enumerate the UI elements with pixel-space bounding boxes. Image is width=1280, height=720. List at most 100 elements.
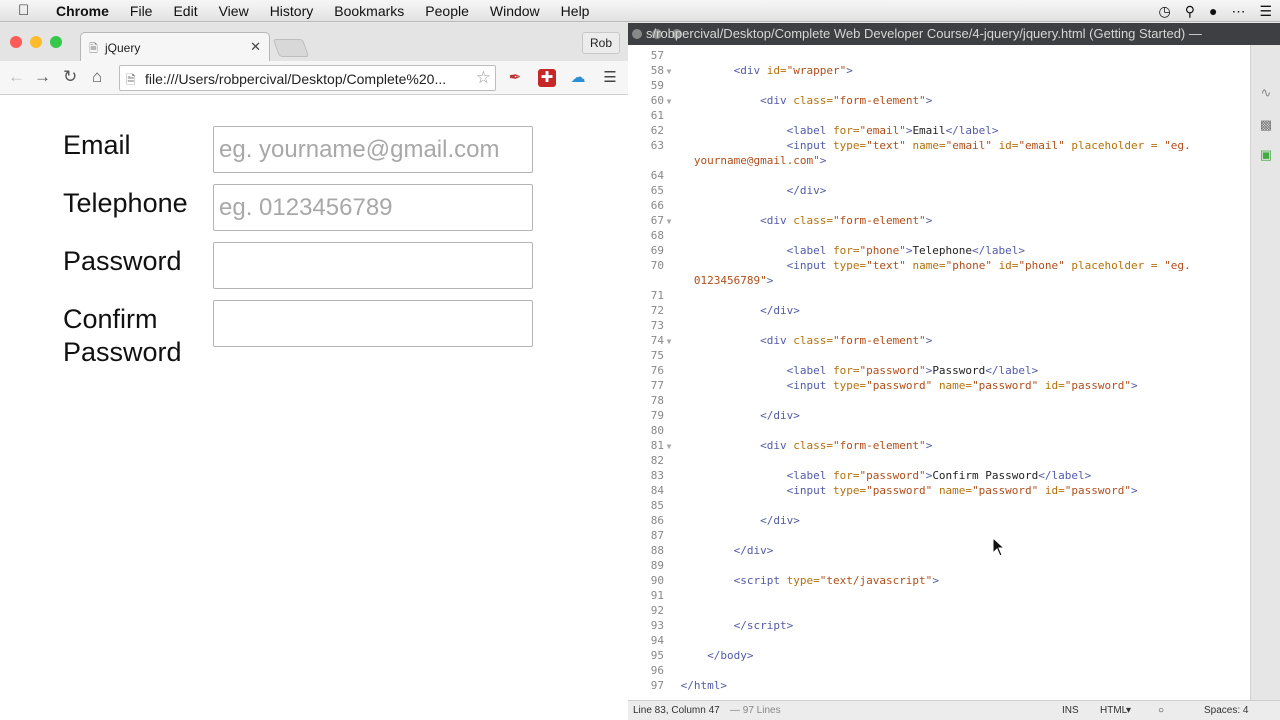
line-number: 90	[650, 574, 664, 587]
eyedropper-icon[interactable]: ✒	[506, 69, 524, 87]
file-icon: 🗎	[126, 73, 136, 87]
extension-manager-icon[interactable]: ▩	[1258, 117, 1274, 133]
code-text: <div id="wrapper">	[733, 64, 853, 77]
lint-status-icon[interactable]: ○	[1158, 701, 1164, 720]
fold-toggle-icon[interactable]: ▼	[664, 334, 674, 349]
reload-icon[interactable]: ↻	[63, 67, 77, 87]
list-icon[interactable]: ☰	[1259, 3, 1272, 20]
line-count: — 97 Lines	[730, 705, 781, 716]
cloud-icon[interactable]: ☁	[569, 69, 587, 87]
address-bar[interactable]: 🗎 file:///Users/robpercival/Desktop/Comp…	[119, 65, 496, 91]
fold-toggle-icon[interactable]: ▼	[664, 94, 674, 109]
close-window-button[interactable]	[632, 29, 642, 39]
language-select[interactable]: HTML	[1100, 701, 1127, 720]
code-area[interactable]: 57 58 ▼ <div id="wrapper"> 59 60 ▼ <div cla…	[628, 45, 1250, 700]
code-line: 63 <input type="text" name="email" id="e…	[628, 138, 1191, 153]
minimize-window-button[interactable]	[30, 36, 42, 48]
line-number: 94	[650, 634, 664, 647]
back-icon[interactable]: ←	[8, 67, 25, 87]
menu-chrome[interactable]: Chrome	[56, 3, 109, 19]
menu-help[interactable]: Help	[561, 3, 590, 19]
menu-file[interactable]: File	[130, 3, 153, 19]
code-text: </div>	[733, 544, 774, 557]
code-line: 80	[628, 423, 681, 438]
page-content: Email eg. yourname@gmail.com Telephone e…	[0, 96, 628, 720]
editor-titlebar: s/robpercival/Desktop/Complete Web Devel…	[628, 23, 1280, 45]
line-number: 68	[650, 229, 664, 242]
fold-toggle-icon[interactable]: ▼	[664, 214, 674, 229]
code-line: 65 </div>	[628, 183, 827, 198]
line-number: 79	[650, 409, 664, 422]
maximize-window-button[interactable]	[50, 36, 62, 48]
extension-icon[interactable]: ✚	[538, 69, 556, 87]
browser-toolbar: ← → ↻ ⌂ 🗎 file:///Users/robpercival/Desk…	[0, 61, 628, 95]
line-number: 58	[650, 64, 664, 77]
apple-icon[interactable]: 	[18, 2, 38, 19]
bookmark-star-icon[interactable]: ☆	[476, 68, 491, 88]
line-number: 77	[650, 379, 664, 392]
timemachine-icon[interactable]: ◷	[1158, 3, 1170, 20]
line-number: 93	[650, 619, 664, 632]
menu-people[interactable]: People	[425, 3, 469, 19]
line-number: 57	[650, 49, 664, 62]
line-number: 69	[650, 244, 664, 257]
code-text: </html>	[680, 679, 727, 692]
code-line: 91	[628, 588, 681, 603]
line-number: 76	[650, 364, 664, 377]
code-line: 89	[628, 558, 681, 573]
password-field[interactable]	[213, 242, 533, 289]
telephone-field[interactable]: eg. 0123456789	[213, 184, 533, 231]
line-number: 88	[650, 544, 664, 557]
insert-mode[interactable]: INS	[1062, 701, 1079, 720]
line-number: 82	[650, 454, 664, 467]
forward-icon[interactable]: →	[34, 67, 51, 87]
browser-tab[interactable]: 🗎 jQuery ✕	[80, 32, 270, 61]
menu-window[interactable]: Window	[490, 3, 540, 19]
chrome-menu-icon[interactable]: ☰	[601, 69, 619, 87]
menu-bookmarks[interactable]: Bookmarks	[334, 3, 404, 19]
email-label: Email	[63, 130, 131, 160]
code-line: 84 <input type="password" name="password…	[628, 483, 1138, 498]
spotlight-icon[interactable]: ⚲	[1185, 3, 1195, 20]
home-icon[interactable]: ⌂	[92, 67, 102, 87]
live-preview-icon[interactable]: ∿	[1258, 85, 1274, 101]
close-window-button[interactable]	[10, 36, 22, 48]
line-number: 67	[650, 214, 664, 227]
code-line: 69 <label for="phone">Telephone</label>	[628, 243, 1025, 258]
fold-toggle-icon[interactable]: ▼	[664, 439, 674, 454]
url-text: file:///Users/robpercival/Desktop/Comple…	[145, 71, 447, 87]
code-line: 60 ▼ <div class="form-element">	[628, 93, 933, 109]
line-number: 91	[650, 589, 664, 602]
confirm-password-field[interactable]	[213, 300, 533, 347]
line-number: 61	[650, 109, 664, 122]
line-number: 78	[650, 394, 664, 407]
email-field[interactable]: eg. yourname@gmail.com	[213, 126, 533, 173]
code-line: 70 <input type="text" name="phone" id="p…	[628, 258, 1191, 273]
code-line: 68	[628, 228, 681, 243]
code-text: <input type="password" name="password" i…	[786, 379, 1138, 392]
close-tab-icon[interactable]: ✕	[250, 39, 261, 55]
fold-toggle-icon[interactable]: ▼	[664, 64, 674, 79]
menu-history[interactable]: History	[270, 3, 314, 19]
notification-icon[interactable]: ●	[1209, 3, 1217, 19]
menu-extras-icon[interactable]: ⋯	[1231, 3, 1245, 20]
new-tab-button[interactable]	[272, 39, 310, 57]
menu-view[interactable]: View	[219, 3, 249, 19]
profile-button[interactable]: Rob	[581, 32, 620, 54]
code-line: 85	[628, 498, 681, 513]
code-line: 82	[628, 453, 681, 468]
menu-edit[interactable]: Edit	[173, 3, 197, 19]
code-line: 61	[628, 108, 681, 123]
line-number: 89	[650, 559, 664, 572]
code-line: 66	[628, 198, 681, 213]
code-text: </script>	[733, 619, 794, 632]
code-text: </div>	[760, 304, 800, 317]
indent-setting[interactable]: Spaces: 4	[1204, 701, 1248, 720]
git-icon[interactable]: ▣	[1258, 147, 1274, 163]
